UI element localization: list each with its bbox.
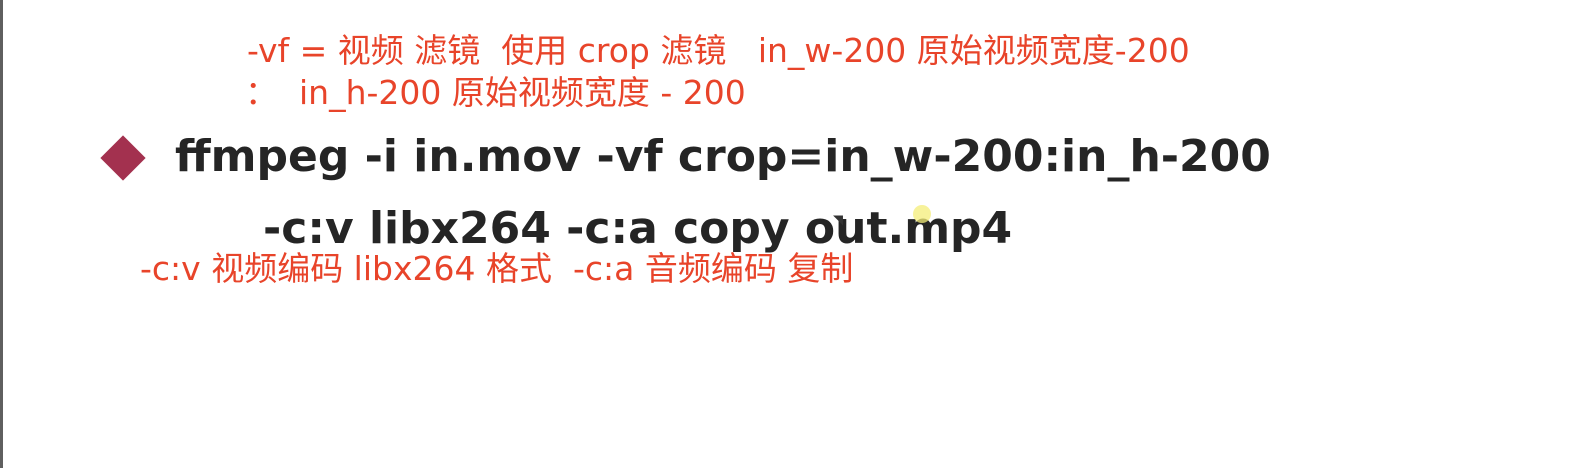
command-line-1: ffmpeg -i in.mov -vf crop=in_w-200:in_h-…	[175, 131, 1271, 182]
annotation-in-h-explanation: ： in_h-200 原始视频宽度 - 200	[245, 73, 746, 112]
command-line-2: -c:v libx264 -c:a copy out.mp4	[263, 203, 1013, 254]
cursor-highlight-icon	[913, 205, 931, 223]
annotation-vf-explanation: -vf = 视频 滤镜 使用 crop 滤镜 in_w-200 原始视频宽度-2…	[247, 31, 1190, 70]
annotation-codec-explanation: -c:v 视频编码 libx264 格式 -c:a 音频编码 复制	[140, 249, 854, 288]
